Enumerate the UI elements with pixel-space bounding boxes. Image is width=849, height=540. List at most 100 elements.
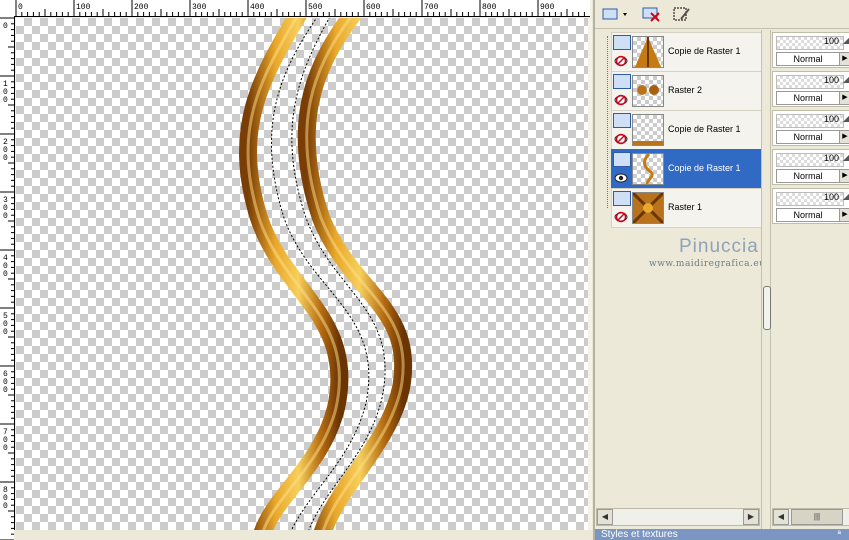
styles-textures-panel-header[interactable]: Styles et textures ª	[595, 529, 849, 540]
ruler-label: 0	[18, 3, 23, 12]
layers-palette: Copie de Raster 1 Raster 2 Copie de Rast…	[593, 0, 849, 540]
vertical-ruler: 0100200300400500600700800	[0, 16, 15, 540]
layer-row[interactable]: Raster 1	[611, 188, 763, 228]
layer-row[interactable]: Copie de Raster 1	[611, 32, 763, 72]
layer-name: Copie de Raster 1	[668, 46, 741, 56]
blend-mode-select[interactable]: Normal	[776, 130, 840, 144]
properties-horizontal-scrollbar[interactable]: ◀ |||	[772, 508, 849, 526]
delete-layer-button[interactable]	[641, 5, 663, 23]
wavy-ribbon-artwork	[239, 18, 413, 530]
eye-icon[interactable]	[614, 171, 628, 185]
layer-row[interactable]: Raster 2	[611, 71, 763, 111]
panel-splitter[interactable]	[761, 30, 771, 530]
watermark-name: Pinuccia	[679, 236, 759, 257]
blend-mode-select[interactable]: Normal	[776, 169, 840, 183]
visibility-off-icon[interactable]	[614, 54, 628, 68]
blend-mode-select[interactable]: Normal	[776, 91, 840, 105]
blend-mode-arrow-icon[interactable]: ▶	[839, 91, 849, 105]
layer-raster-icon	[613, 113, 631, 128]
ruler-label: 400	[250, 3, 265, 12]
blend-mode-arrow-icon[interactable]: ▶	[839, 130, 849, 144]
ruler-corner	[0, 0, 15, 17]
layers-horizontal-scrollbar[interactable]: ◀ ▶	[596, 508, 760, 526]
opacity-arrow-icon[interactable]: ◢	[843, 192, 849, 201]
visibility-off-icon[interactable]	[614, 210, 628, 224]
visibility-off-icon[interactable]	[614, 132, 628, 146]
opacity-arrow-icon[interactable]: ◢	[843, 75, 849, 84]
layer-properties-row: 100 ◢ Normal ▶	[772, 149, 849, 185]
ruler-label: 600	[366, 3, 381, 12]
layer-row-selected[interactable]: Copie de Raster 1	[611, 149, 763, 189]
ruler-label: 300	[192, 3, 207, 12]
image-canvas-window[interactable]: 0 100 200 300 400 500 600 700 800 900 0 100 200 300 4…	[0, 0, 592, 540]
ruler-label: 0	[3, 386, 8, 395]
delete-layer-icon	[642, 7, 660, 22]
pin-icon[interactable]: ª	[838, 529, 841, 540]
canvas-bottom-edge	[14, 530, 592, 540]
ruler-label: 700	[424, 3, 439, 12]
layer-name: Raster 1	[668, 202, 703, 212]
ruler-label: 500	[308, 3, 323, 12]
ruler-label: 100	[76, 3, 91, 12]
visibility-off-icon[interactable]	[614, 93, 628, 107]
layer-raster-icon	[613, 191, 631, 206]
layer-name: Raster 2	[668, 85, 703, 95]
layer-properties-row: 100 ◢ Normal ▶	[772, 32, 849, 68]
ruler-label: 0	[3, 270, 8, 279]
opacity-value: 100	[823, 75, 839, 85]
opacity-arrow-icon[interactable]: ◢	[843, 36, 849, 45]
layer-tree-line	[607, 36, 609, 208]
opacity-value: 100	[823, 192, 839, 202]
splitter-handle[interactable]	[763, 286, 771, 330]
ruler-label: 0	[3, 154, 8, 163]
layer-thumbnail	[632, 153, 664, 185]
ruler-label: 0	[3, 22, 8, 31]
ruler-label: 800	[482, 3, 497, 12]
layer-row[interactable]: Copie de Raster 1	[611, 110, 763, 150]
scroll-right-arrow[interactable]: ▶	[743, 509, 759, 525]
blend-mode-arrow-icon[interactable]: ▶	[839, 52, 849, 66]
left-ribbon	[239, 18, 349, 530]
layer-thumbnail	[632, 36, 664, 68]
layer-raster-icon	[613, 152, 631, 167]
layer-name: Copie de Raster 1	[668, 124, 741, 134]
blend-mode-arrow-icon[interactable]: ▶	[839, 208, 849, 222]
layer-name: Copie de Raster 1	[668, 163, 741, 173]
watermark-url: www.maidiregrafica.eu	[649, 259, 766, 269]
opacity-arrow-icon[interactable]: ◢	[843, 114, 849, 123]
layer-properties-row: 100 ◢ Normal ▶	[772, 71, 849, 107]
vertical-ruler-ticks: 0100200300400500600700800	[0, 17, 14, 540]
blend-mode-select[interactable]: Normal	[776, 208, 840, 222]
blend-mode-select[interactable]: Normal	[776, 52, 840, 66]
edit-selection-icon	[673, 7, 690, 21]
layer-properties-row: 100 ◢ Normal ▶	[772, 188, 849, 224]
scroll-left-arrow[interactable]: ◀	[773, 509, 789, 525]
ruler-label: 900	[540, 3, 555, 12]
ruler-label: 0	[3, 502, 8, 511]
layer-thumbnail	[632, 192, 664, 224]
new-layer-icon	[602, 8, 627, 20]
layer-properties-row: 100 ◢ Normal ▶	[772, 110, 849, 146]
layer-raster-icon	[613, 74, 631, 89]
opacity-value: 100	[823, 153, 839, 163]
new-layer-button[interactable]	[601, 5, 627, 23]
ruler-label: 200	[134, 3, 149, 12]
opacity-value: 100	[823, 36, 839, 46]
scroll-thumb[interactable]: |||	[791, 509, 843, 525]
blend-mode-arrow-icon[interactable]: ▶	[839, 169, 849, 183]
edit-selection-button[interactable]	[671, 5, 693, 23]
ruler-label: 0	[3, 328, 8, 337]
ruler-label: 0	[3, 212, 8, 221]
horizontal-ruler: 0 100 200 300 400 500 600 700 800 900	[14, 0, 590, 17]
opacity-arrow-icon[interactable]: ◢	[843, 153, 849, 162]
horizontal-ruler-ticks: 0 100 200 300 400 500 600 700 800 900	[15, 0, 585, 16]
layer-properties-column: 100 ◢ Normal ▶ 100 ◢ Normal ▶ 100 ◢ Norm…	[771, 30, 849, 530]
layers-toolbar	[595, 0, 849, 29]
scroll-left-arrow[interactable]: ◀	[597, 509, 613, 525]
opacity-value: 100	[823, 114, 839, 124]
layer-thumbnail	[632, 75, 664, 107]
layer-thumbnail	[632, 114, 664, 146]
ruler-label: 0	[3, 444, 8, 453]
styles-textures-label: Styles et textures	[601, 529, 678, 540]
layer-raster-icon	[613, 35, 631, 50]
